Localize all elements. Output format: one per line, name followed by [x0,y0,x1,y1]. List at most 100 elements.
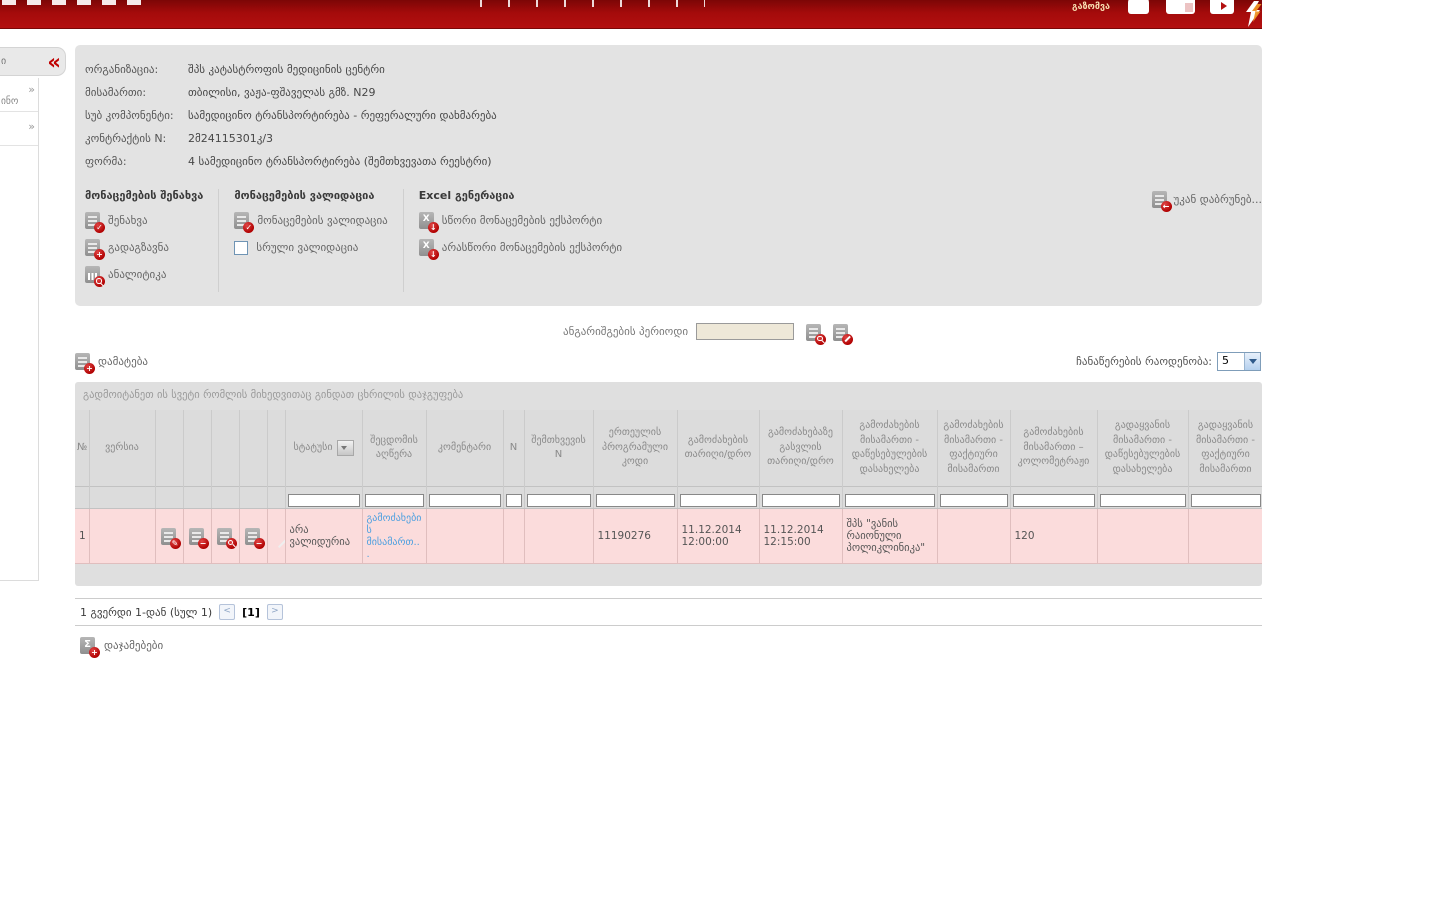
filter-call-fact-input[interactable] [939,494,1008,507]
check-badge-icon: ✓ [94,222,105,233]
col-status: სტატუსი [285,410,363,487]
send-button-label: გადაგზავნა [108,241,170,254]
filter-status-input[interactable] [287,494,360,507]
export-valid-data-button[interactable]: X ↓ სწორი მონაცემების ექსპორტი [418,211,622,233]
save-group: მონაცემების შენახვა ✓ შენახვა + გადაგზავ… [85,189,203,292]
version-cell [89,508,156,564]
col-depart-datetime: გამოძახებაზე გასვლის თარიღი/დრო [759,410,843,487]
info-label: კონტრაქტის N: [85,132,167,145]
filter-call-org-input[interactable] [844,494,935,507]
sidebar-item[interactable]: » ინო [0,78,38,112]
full-validation-label: სრული ვალიდაცია [256,241,359,254]
filter-depart-datetime-input[interactable] [761,494,840,507]
next-page-button[interactable]: > [266,604,283,620]
filter-dest-fact-input[interactable] [1190,494,1261,507]
validate-button-label: მონაცემების ვალიდაცია [257,214,388,227]
form-value: 4 სამედიცინო ტრანსპორტირება (შემთხვევათა… [188,155,492,168]
export-invalid-label: არასწორი მონაცემების ექსპორტი [441,241,623,254]
sidebar-header-text: ი [1,56,7,67]
info-label: ორგანიზაცია: [85,63,159,76]
document-icon: ✓ [234,212,255,233]
km-cell: 120 [1010,508,1098,564]
save-button[interactable]: ✓ შენახვა [85,211,203,233]
document-icon: + [75,352,95,374]
pagination-summary: 1 გვერდი 1-დან (სულ 1) [80,605,213,619]
contract-number-value: 2მ24115301კ/3 [188,132,274,145]
row-num-cell: 1 [75,508,90,564]
unit-code-cell: 11190276 [593,508,678,564]
col-action-5 [267,410,286,487]
dest-org-cell [1097,508,1189,564]
records-count-value: 5 [1222,353,1229,367]
group-title: მონაცემების შენახვა [85,189,204,202]
back-button[interactable]: ← უკან დაბრუნებ... [1151,191,1262,212]
document-icon [833,323,854,345]
logout-icon[interactable] [1210,0,1234,14]
filter-n-input[interactable] [505,494,522,507]
plus-badge-icon: + [84,362,95,374]
save-button-label: შენახვა [108,214,148,227]
organization-value: შპს კატასტროფის მედიცინის ცენტრი [188,63,385,76]
edit-row-button[interactable]: ✎ [155,508,184,564]
error-description-link[interactable]: გამოძახების მისამართ... [367,513,422,560]
col-unit-code: ერთეულის პროგრამული კოდი [593,410,678,487]
excel-group: Excel გენერაცია X ↓ სწორი მონაცემების ექს… [418,189,623,265]
filter-dest-org-input[interactable] [1099,494,1186,507]
full-validation-toggle[interactable]: სრული ვალიდაცია [234,238,387,257]
col-comment: კომენტარი [426,410,504,487]
filter-call-km-input[interactable] [1012,494,1095,507]
main-content: ორგანიზაცია: შპს კატასტროფის მედიცინის ცე… [75,45,1262,658]
back-button-label: უკან დაბრუნებ... [1173,193,1262,206]
sidebar-item-label: ინო [1,96,19,107]
filter-error-input[interactable] [364,494,424,507]
records-count-select[interactable]: 5 [1217,351,1261,371]
table-actions-row: + დამატება ჩანაწერების რაოდენობა: 5 [75,350,1262,374]
validate-data-button[interactable]: ✓ მონაცემების ვალიდაცია [234,211,388,233]
full-validation-checkbox[interactable] [234,240,249,255]
user-icon[interactable] [1128,0,1149,14]
excel-icon: X ↓ [418,239,439,260]
analytics-button-label: ანალიტიკა [108,268,167,281]
messages-icon[interactable] [1166,0,1195,14]
summary-button[interactable]: Σ + დაჯამებები [75,637,1262,658]
report-period-label: ანგარიშგების პერიოდი [563,324,689,338]
filter-comment-input[interactable] [428,494,501,507]
minus-badge-icon: − [253,537,265,549]
prev-page-button[interactable]: < [219,604,236,620]
col-status-label: სტატუსი [293,441,333,453]
period-clear-button[interactable] [833,322,854,345]
col-call-datetime: გამოძახების თარიღი/დრო [677,410,760,487]
filter-call-datetime-input[interactable] [679,494,757,507]
edit-badge-icon: ✎ [169,537,181,549]
send-button[interactable]: + გადაგზავნა [85,238,203,260]
sidebar-collapse-button[interactable]: « [47,51,61,72]
chevron-right-icon: » [28,120,35,133]
report-period-input[interactable] [696,322,795,340]
col-call-km: გამოძახების მისამართი – კოლომეტრაჟი [1010,410,1098,487]
add-button[interactable]: + დამატება [75,352,148,374]
filter-case-n-input[interactable] [526,494,591,507]
add-button-label: დამატება [98,354,148,368]
info-label: სუბ კომპონენტი: [85,109,174,122]
period-search-button[interactable] [806,322,827,345]
n-cell [503,508,525,564]
deactivate-row-button[interactable]: − [239,508,268,564]
topbar-user-label[interactable]: გაზომვა [1072,2,1110,12]
brand-zigzag-icon [1243,1,1262,28]
records-per-page: ჩანაწერების რაოდენობა: 5 [1076,351,1262,371]
analytics-button[interactable]: ანალიტიკა [85,265,203,287]
filter-unit-code-input[interactable] [595,494,675,507]
ban-cell [267,508,286,564]
col-call-fact-address: გამოძახების მისამართი - ფაქტიური მისამარ… [937,410,1011,487]
chevron-down-icon[interactable] [1244,352,1260,370]
col-case-n: შემთხვევის N [524,410,594,487]
magnifier-badge-icon [94,276,105,287]
export-invalid-data-button[interactable]: X ↓ არასწორი მონაცემების ექსპორტი [418,238,623,260]
sidebar-item[interactable]: » [0,112,38,146]
col-call-org: გამოძახების მისამართი - დაწესებულების და… [842,410,938,487]
status-filter-dropdown[interactable] [336,440,354,456]
view-row-button[interactable] [211,508,240,564]
check-badge-icon: ✓ [243,222,255,233]
remove-row-button[interactable]: − [183,508,212,564]
toolbar-separator [402,189,404,292]
